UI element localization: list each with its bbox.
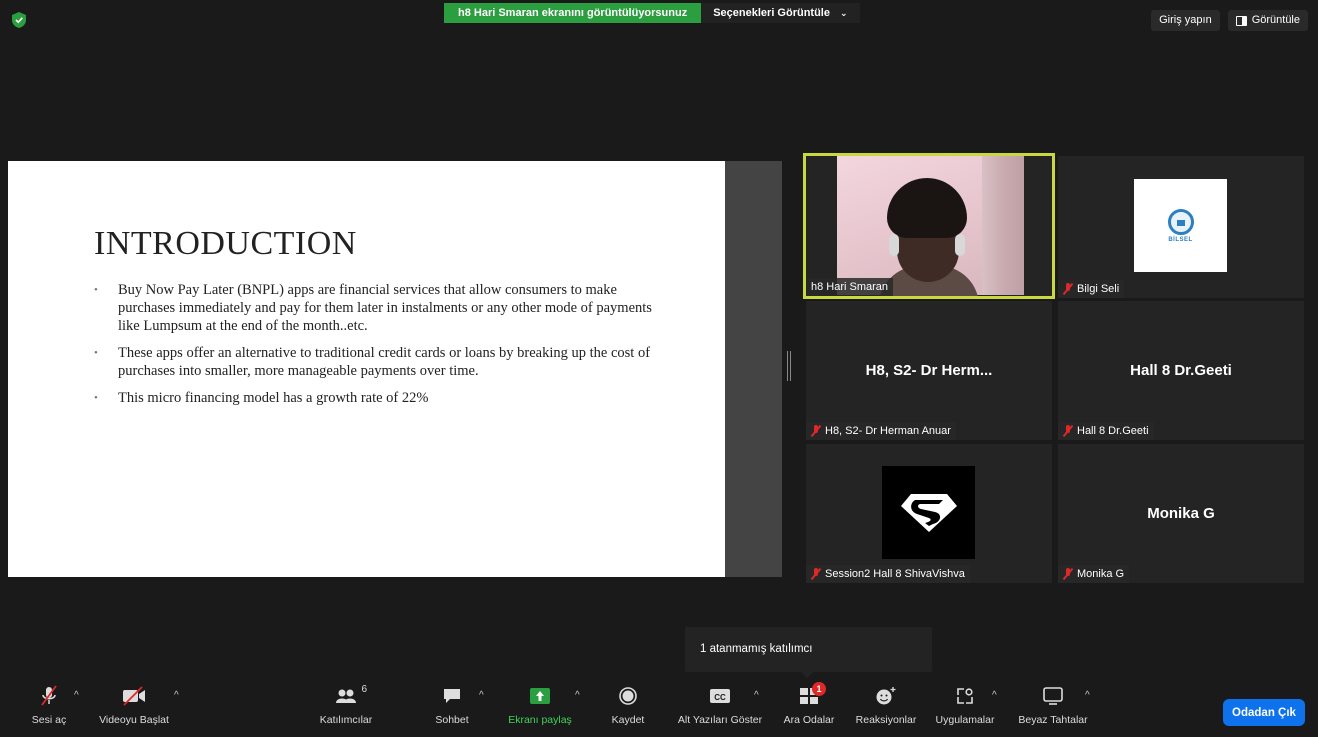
- participant-name: H8, S2- Dr Herman Anuar: [806, 422, 956, 440]
- participant-name: Bilgi Seli: [1058, 280, 1125, 298]
- share-screen-button[interactable]: Ekranı paylaş: [508, 682, 572, 737]
- apps-options-caret-icon[interactable]: ^: [992, 690, 997, 701]
- participant-title: Monika G: [1147, 505, 1215, 522]
- start-video-button[interactable]: Videoyu Başlat: [96, 682, 172, 737]
- video-tile-monika[interactable]: Monika G Monika G: [1058, 444, 1304, 583]
- superman-logo-icon: [900, 493, 957, 532]
- video-tile-bilgi-seli[interactable]: BİLSEL Bilgi Seli: [1058, 156, 1304, 298]
- apps-icon: [957, 688, 973, 704]
- share-screen-icon: [530, 688, 550, 704]
- share-options-caret-icon[interactable]: ^: [575, 690, 580, 701]
- tooltip-arrow: [801, 672, 813, 678]
- muted-mic-icon: [41, 685, 57, 706]
- participant-name: Hall 8 Dr.Geeti: [1058, 422, 1154, 440]
- view-layout-icon: [1235, 15, 1247, 26]
- slide-bullets: Buy Now Pay Later (BNPL) apps are financ…: [94, 281, 654, 416]
- record-icon: [619, 687, 637, 705]
- login-button[interactable]: Giriş yapın: [1151, 10, 1220, 31]
- participant-title: Hall 8 Dr.Geeti: [1130, 362, 1232, 379]
- shared-screen: INTRODUCTION Buy Now Pay Later (BNPL) ap…: [8, 161, 782, 577]
- slide-title: INTRODUCTION: [94, 225, 357, 262]
- participants-label: Katılımcılar: [319, 714, 373, 726]
- participants-button[interactable]: 6 Katılımcılar: [316, 682, 376, 737]
- participant-title: H8, S2- Dr Herm...: [865, 362, 993, 379]
- view-options-label: Seçenekleri Görüntüle: [713, 7, 830, 19]
- logo-text: BİLSEL: [1168, 236, 1193, 243]
- security-shield-icon[interactable]: [12, 12, 26, 28]
- captions-options-caret-icon[interactable]: ^: [754, 690, 759, 701]
- chevron-down-icon: ⌄: [839, 8, 848, 18]
- breakout-badge: 1: [812, 682, 826, 696]
- unmute-label: Sesi aç: [31, 714, 67, 726]
- bilsel-logo-icon: [1167, 208, 1194, 235]
- unassigned-participants-tooltip: 1 atanmamış katılımcı: [685, 627, 932, 672]
- presentation-slide: INTRODUCTION Buy Now Pay Later (BNPL) ap…: [8, 161, 725, 577]
- breakout-rooms-label: Ara Odalar: [783, 714, 835, 726]
- unmute-button[interactable]: Sesi aç: [28, 682, 70, 737]
- whiteboards-button[interactable]: Beyaz Tahtalar: [1013, 682, 1093, 737]
- video-tile-geeti[interactable]: Hall 8 Dr.Geeti Hall 8 Dr.Geeti: [1058, 301, 1304, 440]
- meeting-toolbar: Sesi aç ^ Videoyu Başlat ^ 6 Katılımcıla…: [0, 682, 1318, 737]
- muted-mic-icon: [811, 425, 821, 437]
- share-screen-label: Ekranı paylaş: [508, 714, 572, 726]
- breakout-rooms-button[interactable]: 1 Ara Odalar: [779, 682, 839, 737]
- participant-name: Monika G: [1058, 565, 1130, 583]
- record-button[interactable]: Kaydet: [605, 682, 651, 737]
- participant-logo: BİLSEL: [1134, 179, 1227, 272]
- video-tile-hari-smaran[interactable]: h8 Hari Smaran: [803, 153, 1055, 299]
- muted-mic-icon: [1063, 425, 1073, 437]
- reactions-label: Reaksiyonlar: [855, 714, 917, 726]
- video-tile-herman-anuar[interactable]: H8, S2- Dr Herm... H8, S2- Dr Herman Anu…: [806, 301, 1052, 440]
- closed-captions-icon: CC: [710, 689, 730, 703]
- participant-name: h8 Hari Smaran: [806, 278, 894, 296]
- reactions-button[interactable]: Reaksiyonlar: [852, 682, 920, 737]
- chat-options-caret-icon[interactable]: ^: [479, 690, 484, 701]
- apps-label: Uygulamalar: [935, 714, 995, 726]
- slide-bullet: Buy Now Pay Later (BNPL) apps are financ…: [94, 281, 654, 335]
- participants-icon: [336, 689, 356, 703]
- muted-mic-icon: [1063, 283, 1073, 295]
- video-tile-shivavishva[interactable]: Session2 Hall 8 ShivaVishva: [806, 444, 1052, 583]
- chat-label: Sohbet: [435, 714, 469, 726]
- muted-mic-icon: [811, 568, 821, 580]
- reactions-icon: [876, 687, 896, 705]
- camera-feed: [837, 156, 1024, 296]
- muted-mic-icon: [1063, 568, 1073, 580]
- apps-button[interactable]: Uygulamalar: [930, 682, 1000, 737]
- chat-bubble-icon: [444, 689, 460, 703]
- share-banner-text: h8 Hari Smaran ekranını görüntülüyorsunu…: [444, 3, 702, 23]
- participants-count: 6: [361, 684, 367, 695]
- view-label: Görüntüle: [1251, 14, 1300, 26]
- whiteboards-label: Beyaz Tahtalar: [1018, 714, 1088, 726]
- chat-button[interactable]: Sohbet: [432, 682, 472, 737]
- leave-meeting-button[interactable]: Odadan Çık: [1223, 699, 1305, 726]
- participant-name: Session2 Hall 8 ShivaVishva: [806, 565, 970, 583]
- view-options-button[interactable]: Seçenekleri Görüntüle ⌄: [701, 3, 860, 23]
- whiteboard-icon: [1043, 687, 1063, 705]
- captions-label: Alt Yazıları Göster: [677, 714, 763, 726]
- audio-options-caret-icon[interactable]: ^: [74, 690, 79, 701]
- whiteboards-options-caret-icon[interactable]: ^: [1085, 690, 1090, 701]
- start-video-label: Videoyu Başlat: [99, 714, 169, 726]
- slide-bullet: These apps offer an alternative to tradi…: [94, 344, 654, 380]
- split-view-resize-handle[interactable]: [787, 351, 791, 381]
- record-label: Kaydet: [611, 714, 645, 726]
- slide-bullet: This micro financing model has a growth …: [94, 389, 654, 407]
- video-off-icon: [123, 686, 145, 706]
- view-button[interactable]: Görüntüle: [1227, 10, 1308, 31]
- video-options-caret-icon[interactable]: ^: [174, 690, 179, 701]
- login-label: Giriş yapın: [1159, 14, 1212, 26]
- svg-text:CC: CC: [714, 693, 726, 702]
- participant-avatar: [882, 466, 975, 559]
- screen-share-banner: h8 Hari Smaran ekranını görüntülüyorsunu…: [444, 3, 860, 23]
